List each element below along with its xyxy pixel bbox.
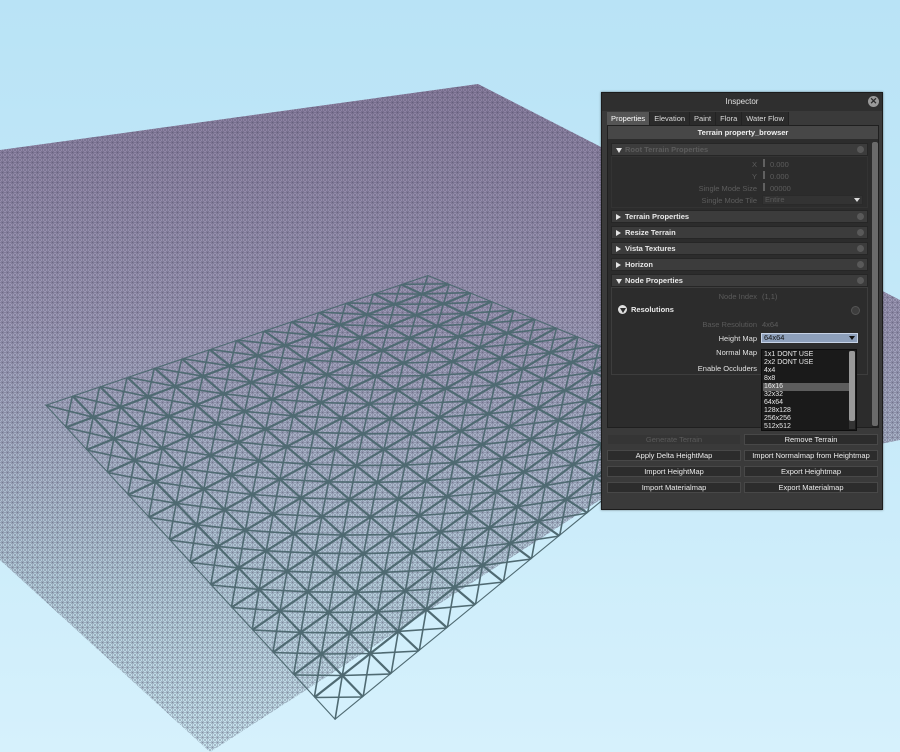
export-heightmap-button[interactable]: Export Heightmap: [744, 466, 878, 477]
normal-map-label: Normal Map: [716, 348, 757, 357]
section-label: Vista Textures: [625, 244, 676, 253]
property-browser-title: Terrain property_browser: [608, 126, 878, 139]
x-value[interactable]: 0.000: [770, 160, 789, 169]
expand-arrow-icon: [616, 230, 621, 236]
tab-flora[interactable]: Flora: [716, 112, 743, 125]
section-resize-terrain[interactable]: Resize Terrain: [611, 226, 868, 239]
export-materialmap-button[interactable]: Export Materialmap: [744, 482, 878, 493]
lattice-line: [314, 696, 364, 699]
single-mode-size-value[interactable]: 00000: [770, 184, 791, 193]
dropdown-scrollbar-thumb[interactable]: [849, 351, 855, 421]
dropdown-option[interactable]: 32x32: [763, 391, 849, 399]
inspector-title[interactable]: Inspector: [602, 93, 882, 111]
inspector-tabs: Properties Elevation Paint Flora Water F…: [607, 112, 789, 125]
section-label: Root Terrain Properties: [625, 145, 709, 154]
section-dot-icon: [857, 277, 864, 284]
expand-arrow-icon: [616, 262, 621, 268]
section-root-terrain[interactable]: Root Terrain Properties: [611, 143, 868, 156]
collapse-arrow-icon: [616, 148, 622, 153]
spinner-icon[interactable]: [763, 183, 767, 191]
dropdown-option[interactable]: 512x512: [763, 423, 849, 431]
select-value: Entire: [765, 195, 785, 204]
section-label: Horizon: [625, 260, 653, 269]
single-mode-tile-label: Single Mode Tile: [701, 196, 757, 205]
section-terrain-properties[interactable]: Terrain Properties: [611, 210, 868, 223]
dropdown-option[interactable]: 4x4: [763, 367, 849, 375]
import-materialmap-button[interactable]: Import Materialmap: [607, 482, 741, 493]
section-horizon[interactable]: Horizon: [611, 258, 868, 271]
close-icon[interactable]: ✕: [868, 96, 879, 107]
tab-elevation[interactable]: Elevation: [650, 112, 691, 125]
section-vista-textures[interactable]: Vista Textures: [611, 242, 868, 255]
dropdown-option[interactable]: 256x256: [763, 415, 849, 423]
import-heightmap-button[interactable]: Import HeightMap: [607, 466, 741, 477]
dropdown-option-highlighted[interactable]: 16x16: [763, 383, 849, 391]
height-map-label: Height Map: [718, 334, 757, 343]
section-dot-icon: [857, 261, 864, 268]
section-dot-icon: [857, 229, 864, 236]
select-value: 64x64: [764, 333, 785, 342]
import-normalmap-button[interactable]: Import Normalmap from Heightmap: [744, 450, 878, 461]
enable-occluders-label: Enable Occluders: [697, 364, 757, 373]
base-resolution-label: Base Resolution: [702, 320, 757, 329]
y-value[interactable]: 0.000: [770, 172, 789, 181]
tab-properties[interactable]: Properties: [607, 112, 651, 125]
chevron-down-icon: [854, 198, 860, 202]
spinner-icon[interactable]: [763, 159, 767, 167]
section-label: Node Properties: [625, 276, 683, 285]
single-mode-tile-select[interactable]: Entire: [762, 195, 863, 205]
chevron-down-icon: [849, 336, 855, 340]
node-index-value: (1,1): [762, 292, 778, 301]
y-label: Y: [751, 172, 757, 181]
inspector-window: Inspector ✕ Properties Elevation Paint F…: [601, 92, 883, 510]
chevron-down-icon: [620, 308, 626, 313]
x-label: X: [751, 160, 757, 169]
height-map-select[interactable]: 64x64: [761, 333, 858, 343]
expand-arrow-icon: [616, 246, 621, 252]
resolutions-group[interactable]: Resolutions: [614, 303, 864, 316]
section-dot-icon: [857, 245, 864, 252]
base-resolution-value: 4x64: [762, 320, 779, 329]
height-map-dropdown-list[interactable]: 1x1 DONT USE 2x2 DONT USE 4x4 8x8 16x16 …: [761, 349, 857, 431]
apply-delta-heightmap-button[interactable]: Apply Delta HeightMap: [607, 450, 741, 461]
root-properties-area: X 0.000 Y 0.000 Single Mode Size 00000 S…: [611, 156, 868, 208]
tab-water-flow[interactable]: Water Flow: [742, 112, 789, 125]
expand-arrow-icon: [616, 214, 621, 220]
section-dot-icon: [857, 146, 864, 153]
dropdown-option[interactable]: 64x64: [763, 399, 849, 407]
dropdown-scrollbar[interactable]: [849, 351, 855, 429]
section-label: Resize Terrain: [625, 228, 676, 237]
generate-terrain-button[interactable]: Generate Terrain: [607, 434, 741, 445]
section-dot-icon: [857, 213, 864, 220]
dropdown-option[interactable]: 1x1 DONT USE: [763, 351, 849, 359]
dropdown-option[interactable]: 2x2 DONT USE: [763, 359, 849, 367]
pane-scrollbar-thumb[interactable]: [872, 142, 878, 426]
section-label: Terrain Properties: [625, 212, 690, 221]
dropdown-option[interactable]: 128x128: [763, 407, 849, 415]
single-mode-size-label: Single Mode Size: [698, 184, 757, 193]
dropdown-option[interactable]: 8x8: [763, 375, 849, 383]
remove-terrain-button[interactable]: Remove Terrain: [744, 434, 878, 445]
node-index-label: Node Index: [718, 292, 757, 301]
section-dot-icon: [851, 306, 860, 315]
spinner-icon[interactable]: [763, 171, 767, 179]
pane-scrollbar[interactable]: [872, 142, 878, 427]
tab-paint[interactable]: Paint: [690, 112, 717, 125]
section-node-properties[interactable]: Node Properties: [611, 274, 868, 287]
collapse-arrow-icon: [616, 279, 622, 284]
resolutions-label: Resolutions: [631, 305, 674, 314]
